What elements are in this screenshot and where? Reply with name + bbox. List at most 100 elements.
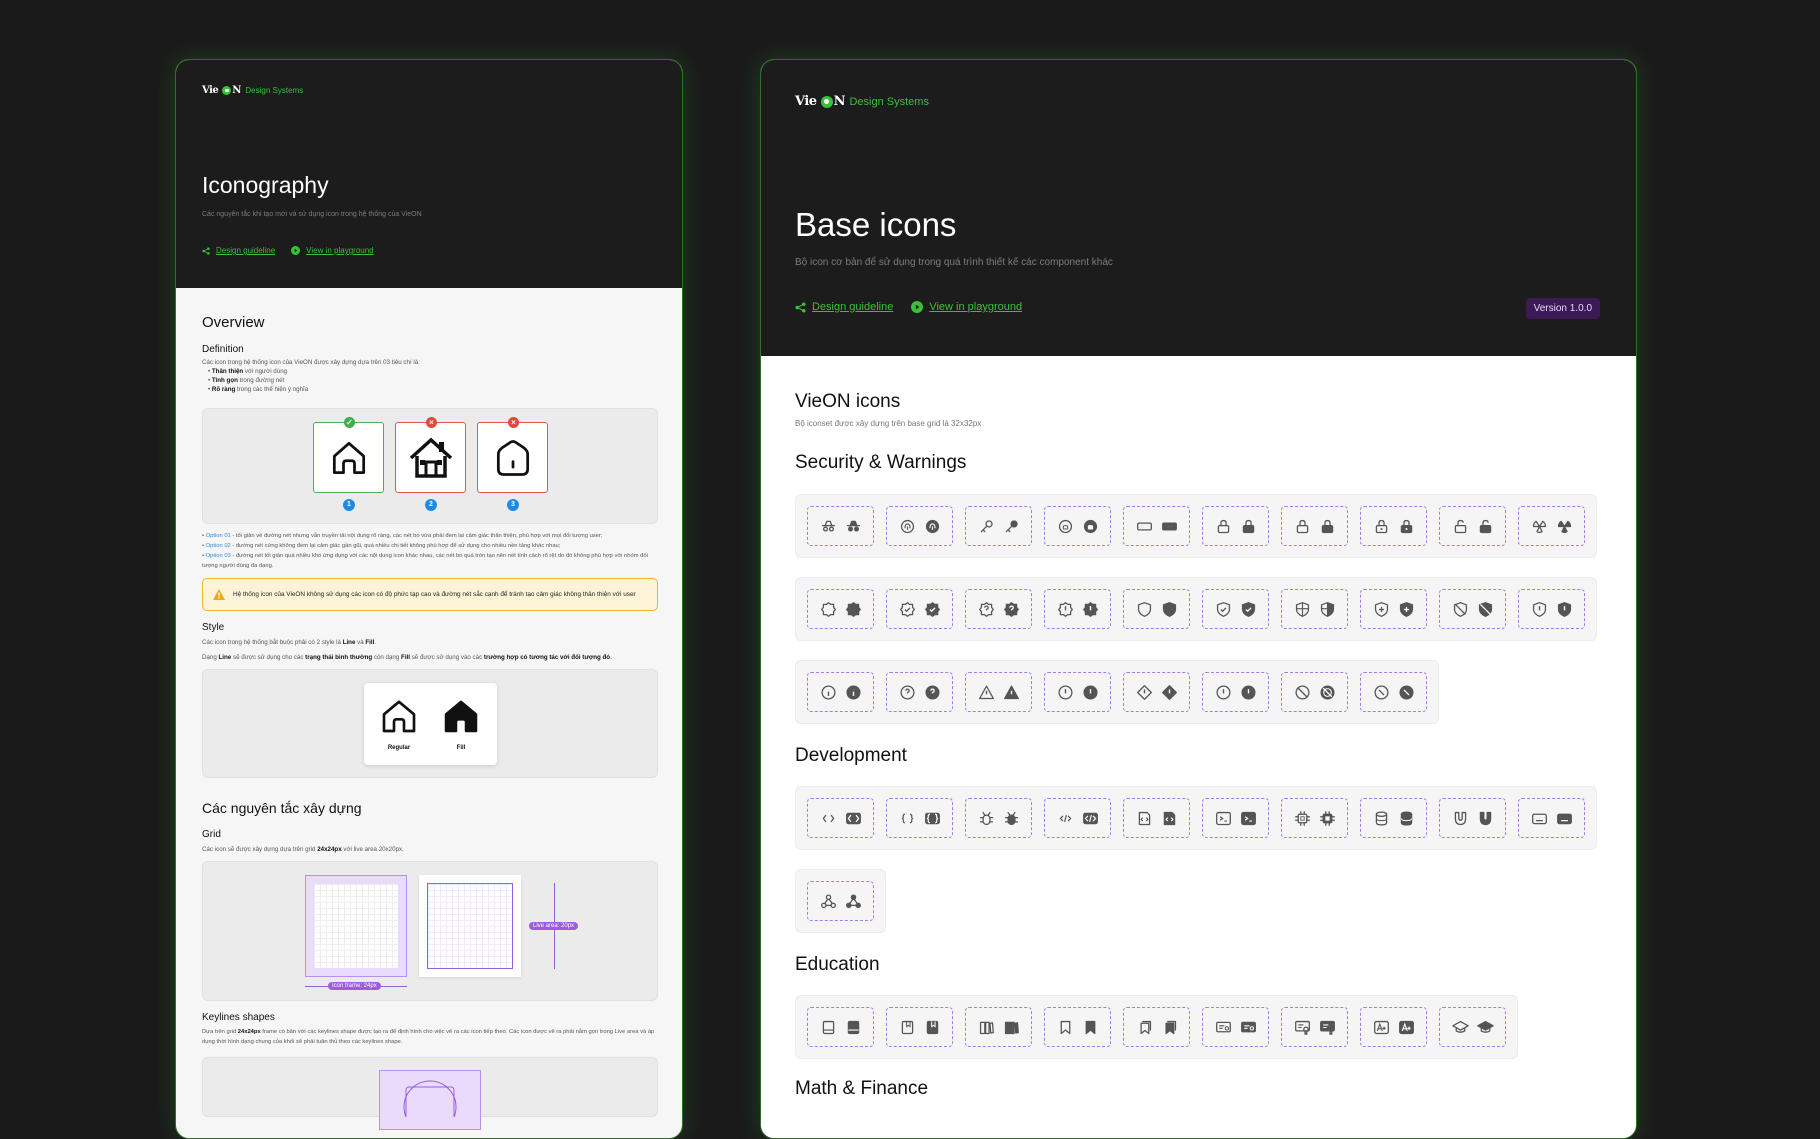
shield-check-icon-pair[interactable] <box>1202 589 1269 629</box>
warning-triangle-fill-icon <box>1003 684 1019 699</box>
cpu-fill-icon <box>1319 810 1335 826</box>
bookmark-multiple-fill-icon <box>1164 1020 1176 1034</box>
live-area-preview <box>419 875 521 977</box>
question-icon-pair[interactable] <box>886 672 953 712</box>
notebook-fill-icon <box>847 1020 859 1034</box>
keyboard-icon-pair[interactable] <box>1518 798 1585 838</box>
keylines-shapes-icon <box>403 1080 457 1117</box>
design-guideline-link[interactable]: Design guideline <box>202 246 275 255</box>
terminal-line-icon <box>1215 811 1231 825</box>
option-label: Option 02 <box>205 543 231 549</box>
lock-closed-line-icon <box>1296 519 1308 533</box>
warning-triangle-icon-pair[interactable] <box>965 672 1032 712</box>
page-title: Base icons <box>795 206 957 243</box>
code-brackets-line-icon <box>822 814 834 822</box>
badge-line-icon <box>820 601 836 617</box>
fingerprint-icon-pair[interactable] <box>886 506 953 546</box>
magnet-icon-pair[interactable] <box>1439 798 1506 838</box>
book-bookmark-icon-pair[interactable] <box>886 1007 953 1047</box>
lock-keyhole-icon-pair[interactable] <box>1360 506 1427 546</box>
badge-question-icon-pair[interactable] <box>965 589 1032 629</box>
shield-half-icon-pair[interactable] <box>1281 589 1348 629</box>
bug-icon-pair[interactable] <box>965 798 1032 838</box>
password-field-fill-icon <box>1161 521 1177 531</box>
key-icon-pair[interactable] <box>965 506 1032 546</box>
option-explanation: • Option 01 - tối giản về đường nét nhưn… <box>202 533 603 539</box>
code-tags-icon-pair[interactable] <box>1044 798 1111 838</box>
vieon-logo: Vie N Design Systems <box>795 94 929 109</box>
badge-check-icon-pair[interactable] <box>886 589 953 629</box>
logo-vie: Vie <box>202 85 219 96</box>
iconography-page: Vie N Design Systems Iconography Các nguy… <box>175 59 683 1139</box>
lock-open-fill-icon <box>1479 519 1491 533</box>
webhook-icon-pair[interactable] <box>807 881 874 921</box>
prohibited-icon-pair[interactable] <box>1281 672 1348 712</box>
books-fill-icon <box>1004 1021 1019 1034</box>
lock-open-icon-pair[interactable] <box>1439 506 1506 546</box>
shield-icon-pair[interactable] <box>1123 589 1190 629</box>
shield-alert-fill-icon <box>1557 601 1571 617</box>
block-icon-pair[interactable] <box>1360 672 1427 712</box>
lock-keyhole-line-icon <box>1375 519 1387 533</box>
keylines-demo <box>202 1057 658 1130</box>
style-rule-2: Dạng Line sẽ được sử dụng cho các trạng … <box>202 653 658 662</box>
education-heading: Education <box>795 954 880 975</box>
bookmark-icon-pair[interactable] <box>1044 1007 1111 1047</box>
criteria-item: • Rõ ràng trong các thể hiện ý nghĩa <box>208 386 309 393</box>
view-in-playground-link[interactable]: View in playground <box>291 246 374 255</box>
badge-alert-icon-pair[interactable] <box>1044 589 1111 629</box>
database-icon-pair[interactable] <box>1360 798 1427 838</box>
definition-heading: Definition <box>202 344 244 355</box>
award-icon-pair[interactable] <box>1281 1007 1348 1047</box>
notebook-icon-pair[interactable] <box>807 1007 874 1047</box>
criteria-bold: Tinh gọn <box>211 377 238 384</box>
page-title: Iconography <box>202 172 329 198</box>
curly-brackets-icon-pair[interactable] <box>886 798 953 838</box>
shield-alert-line-icon <box>1532 601 1546 617</box>
certificate-icon-pair[interactable] <box>1202 1007 1269 1047</box>
style-demo: Regular Fill <box>202 669 658 778</box>
definition-intro: Các icon trong hệ thống icon của VieON đ… <box>202 359 420 366</box>
terminal-icon-pair[interactable] <box>1202 798 1269 838</box>
grid-heading: Grid <box>202 829 221 840</box>
bookmark-multiple-icon-pair[interactable] <box>1123 1007 1190 1047</box>
info-icon-pair[interactable] <box>807 672 874 712</box>
key-line-icon <box>980 519 993 532</box>
shield-plus-icon-pair[interactable] <box>1360 589 1427 629</box>
grid-size-bold: 24x24px <box>317 846 342 853</box>
cpu-icon-pair[interactable] <box>1281 798 1348 838</box>
keylines-grid <box>379 1070 481 1130</box>
alert-diamond-icon-pair[interactable] <box>1123 672 1190 712</box>
criteria-list: • Thân thiện với người dùng • Tinh gọn t… <box>202 367 662 394</box>
lock-icon-pair[interactable] <box>1202 506 1269 546</box>
option-label: Option 01 <box>205 533 231 539</box>
books-icon-pair[interactable] <box>965 1007 1032 1047</box>
code-brackets-icon-pair[interactable] <box>807 798 874 838</box>
file-code-icon-pair[interactable] <box>1123 798 1190 838</box>
password-icon-pair[interactable] <box>1044 506 1111 546</box>
alert-diamond-fill-icon <box>1161 684 1177 700</box>
font-size-icon-pair[interactable] <box>1360 1007 1427 1047</box>
option-2-box: × 2 <box>395 417 466 511</box>
incognito-icon-pair[interactable] <box>807 506 874 546</box>
shield-alert-icon-pair[interactable] <box>1518 589 1585 629</box>
graduation-cap-icon-pair[interactable] <box>1439 1007 1506 1047</box>
radioactive-icon-pair[interactable] <box>1518 506 1585 546</box>
lock-closed-icon-pair[interactable] <box>1281 506 1348 546</box>
grid-text-part: Các icon sẽ được xây dựng dựa trên grid <box>202 846 318 853</box>
error-line-icon <box>1215 684 1231 700</box>
development-heading: Development <box>795 745 907 766</box>
style-line-bold: Line <box>218 654 232 661</box>
radioactive-line-icon <box>1532 520 1546 533</box>
error-icon-pair[interactable] <box>1202 672 1269 712</box>
view-in-playground-link[interactable]: View in playground <box>911 301 1022 313</box>
design-guideline-link[interactable]: Design guideline <box>795 301 893 313</box>
password-field-icon-pair[interactable] <box>1123 506 1190 546</box>
badge-fill-icon <box>845 601 861 617</box>
definition-text: Các icon trong hệ thống icon của VieON đ… <box>202 358 662 394</box>
shield-off-icon-pair[interactable] <box>1439 589 1506 629</box>
key-fill-icon <box>1005 519 1018 532</box>
lock-closed-fill-icon <box>1321 519 1333 533</box>
alert-circle-icon-pair[interactable] <box>1044 672 1111 712</box>
badge-icon-pair[interactable] <box>807 589 874 629</box>
